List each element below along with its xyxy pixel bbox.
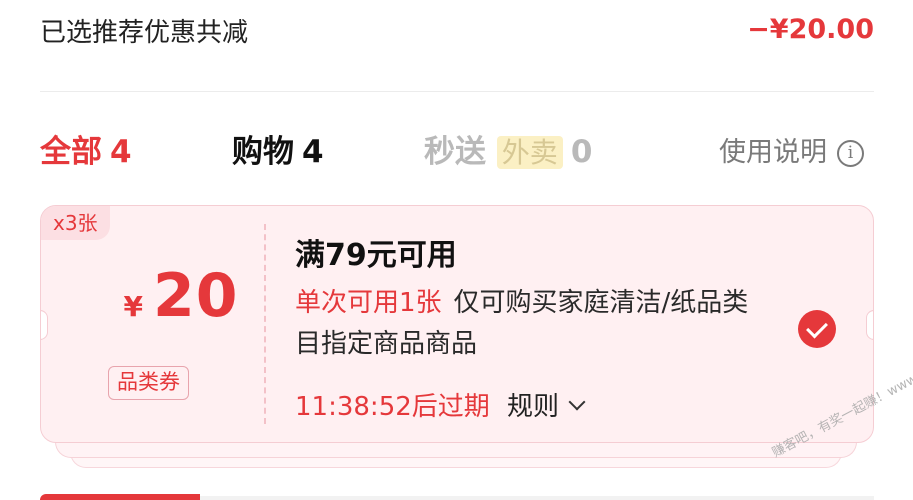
coupon-title: 满79元可用 bbox=[295, 238, 457, 273]
coupon-value: ¥20 bbox=[101, 261, 261, 331]
coupon-tabs: 全部 4 购物 4 秒送 外卖 0 使用说明 i bbox=[40, 126, 874, 172]
tab-fast-delivery-count: 0 bbox=[570, 134, 593, 170]
discount-summary-label: 已选推荐优惠共减 bbox=[40, 18, 249, 48]
coupon-notch bbox=[866, 310, 873, 340]
tab-fast-delivery[interactable]: 秒送 外卖 0 bbox=[424, 126, 592, 171]
divider bbox=[40, 91, 874, 92]
coupon-usage-limit: 单次可用1张 bbox=[295, 288, 442, 318]
tab-shopping[interactable]: 购物 4 bbox=[232, 126, 324, 171]
discount-summary-amount: −¥20.00 bbox=[747, 14, 874, 45]
usage-help-label: 使用说明 bbox=[719, 137, 827, 168]
takeout-badge: 外卖 bbox=[496, 136, 563, 169]
coupon-notch bbox=[41, 310, 48, 340]
coupon-card[interactable]: x3张 ¥20 品类券 满79元可用 单次可用1张 仅可购买家庭清洁/纸品类目指定… bbox=[40, 205, 874, 443]
selected-check-icon[interactable] bbox=[798, 310, 836, 348]
coupon-type-tag: 品类券 bbox=[108, 366, 189, 400]
discount-summary: 已选推荐优惠共减 −¥20.00 bbox=[40, 12, 874, 52]
tab-shopping-label: 购物 bbox=[232, 134, 294, 170]
info-icon: i bbox=[837, 140, 864, 167]
tab-all-label: 全部 bbox=[40, 134, 102, 170]
coupon-rules-toggle[interactable]: 规则 bbox=[507, 386, 586, 423]
next-coupon-card bbox=[200, 496, 874, 500]
usage-help-link[interactable]: 使用说明 i bbox=[719, 130, 864, 169]
coupon-rules-label: 规则 bbox=[507, 392, 560, 422]
coupon-expiry: 11:38:52后过期 bbox=[295, 392, 490, 422]
coupon-amount: 20 bbox=[152, 261, 239, 331]
coupon-currency: ¥ bbox=[123, 290, 143, 323]
tab-fast-delivery-label: 秒送 bbox=[424, 134, 486, 170]
chevron-down-icon bbox=[568, 393, 586, 411]
next-coupon-card bbox=[40, 494, 200, 500]
tab-all[interactable]: 全部 4 bbox=[40, 126, 132, 171]
coupon-quantity-badge: x3张 bbox=[41, 206, 110, 240]
coupon-description: 单次可用1张 仅可购买家庭清洁/纸品类目指定商品商品 bbox=[295, 283, 765, 365]
tab-shopping-count: 4 bbox=[302, 134, 324, 170]
tab-all-count: 4 bbox=[110, 134, 132, 170]
coupon-divider bbox=[264, 224, 266, 424]
